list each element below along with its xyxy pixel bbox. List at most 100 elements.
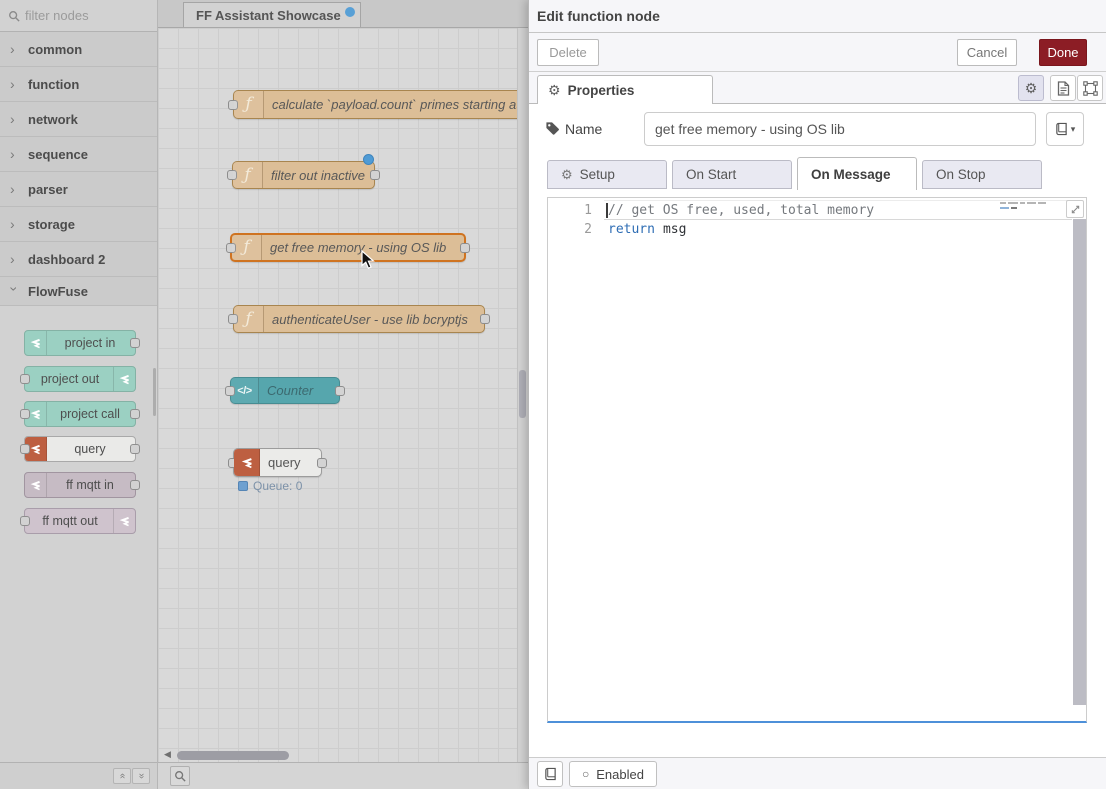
code-icon: </> — [237, 385, 251, 397]
workspace-tab-label: FF Assistant Showcase — [196, 8, 341, 23]
workspace-footer — [158, 762, 528, 789]
search-flows-button[interactable] — [170, 766, 190, 786]
flowfuse-icon — [25, 473, 47, 497]
properties-view-button[interactable]: ⚙ — [1018, 75, 1044, 101]
enabled-circle-icon: ○ — [582, 768, 589, 780]
tray-tabbar: ⚙ Properties ⚙ — [529, 72, 1106, 104]
library-icon — [1055, 122, 1068, 136]
palette-node-label: project in — [49, 331, 131, 355]
palette-node-query[interactable]: query — [24, 436, 136, 462]
chevron-right-icon: › — [10, 77, 19, 91]
expand-all-categories-button[interactable]: » — [132, 768, 150, 784]
cancel-button[interactable]: Cancel — [957, 39, 1017, 66]
palette-category-flowfuse[interactable]: ›FlowFuse — [0, 277, 157, 306]
palette-scrollbar-thumb[interactable] — [153, 368, 156, 416]
palette-category-storage[interactable]: ›storage — [0, 207, 157, 242]
chevrons-down-icon: » — [136, 773, 146, 779]
palette-node-project-in[interactable]: project in — [24, 330, 136, 356]
horizontal-scrollbar-thumb[interactable] — [177, 751, 289, 760]
name-label: Name — [565, 112, 602, 146]
input-port[interactable] — [20, 444, 30, 454]
palette-node-project-out[interactable]: project out — [24, 366, 136, 392]
tab-on-stop[interactable]: On Stop — [922, 160, 1042, 189]
palette-category-label: sequence — [28, 147, 88, 162]
vertical-scrollbar-track[interactable] — [517, 28, 528, 762]
library-button[interactable] — [537, 761, 563, 787]
node-changed-dot — [363, 154, 374, 165]
function-icon: ƒ — [245, 311, 251, 328]
node-label: query — [268, 449, 301, 476]
input-port[interactable] — [20, 516, 30, 526]
palette-footer: « » — [0, 762, 157, 789]
group-icon — [1083, 81, 1098, 96]
node-query[interactable]: query — [233, 448, 322, 477]
description-view-button[interactable] — [1050, 75, 1076, 101]
appearance-view-button[interactable] — [1077, 75, 1103, 101]
gear-icon: ⚙ — [1025, 81, 1038, 95]
output-port[interactable] — [130, 480, 140, 490]
vertical-scrollbar-thumb[interactable] — [519, 370, 526, 418]
palette-node-label: ff mqtt in — [49, 473, 131, 497]
node-filter-out-inactive[interactable]: ƒ filter out inactive — [232, 161, 375, 189]
tab-on-start[interactable]: On Start — [672, 160, 792, 189]
input-port[interactable] — [20, 374, 30, 384]
palette-category-label: FlowFuse — [28, 284, 88, 299]
library-dropdown-button[interactable]: ▾ — [1046, 112, 1084, 146]
tab-properties[interactable]: ⚙ Properties — [537, 75, 713, 104]
scroll-left-arrow[interactable]: ◀ — [164, 749, 171, 760]
input-port[interactable] — [20, 409, 30, 419]
palette-node-project-call[interactable]: project call — [24, 401, 136, 427]
output-port[interactable] — [480, 314, 490, 324]
node-calculate-primes[interactable]: ƒ calculate `payload.count` primes start… — [233, 90, 528, 119]
tag-icon — [545, 121, 560, 136]
expand-editor-button[interactable] — [1066, 200, 1084, 218]
editor-minimap[interactable] — [1000, 202, 1050, 209]
palette-category-function[interactable]: ›function — [0, 67, 157, 102]
function-icon: ƒ — [244, 167, 250, 184]
palette-category-common[interactable]: ›common — [0, 32, 157, 67]
function-tabs: ⚙Setup On Start On Message On Stop — [547, 157, 1041, 190]
output-port[interactable] — [317, 458, 327, 468]
properties-tab-label: Properties — [568, 83, 635, 98]
node-status: Queue: 0 — [238, 479, 302, 493]
editor-scrollbar-thumb[interactable] — [1073, 219, 1086, 705]
node-authenticate-user[interactable]: ƒ authenticateUser - use lib bcryptjs — [233, 305, 485, 333]
output-port[interactable] — [335, 386, 345, 396]
done-button[interactable]: Done — [1039, 39, 1087, 66]
node-counter[interactable]: </> Counter — [230, 377, 340, 404]
palette-category-network[interactable]: ›network — [0, 102, 157, 137]
status-dot-icon — [238, 481, 248, 491]
node-label: Counter — [267, 378, 313, 403]
line-number: 2 — [548, 220, 592, 239]
name-input[interactable] — [644, 112, 1036, 146]
chevron-right-icon: › — [10, 217, 19, 231]
collapse-all-categories-button[interactable]: « — [113, 768, 131, 784]
mouse-cursor — [361, 250, 376, 270]
palette-node-ff-mqtt-in[interactable]: ff mqtt in — [24, 472, 136, 498]
palette-search-input[interactable] — [25, 8, 137, 23]
chevron-right-icon: › — [10, 42, 19, 56]
palette-category-sequence[interactable]: ›sequence — [0, 137, 157, 172]
delete-button[interactable]: Delete — [537, 39, 599, 66]
tab-setup[interactable]: ⚙Setup — [547, 160, 667, 189]
magnifier-icon — [174, 770, 186, 782]
palette-category-dashboard-2[interactable]: ›dashboard 2 — [0, 242, 157, 277]
gear-icon: ⚙ — [548, 83, 561, 97]
enabled-toggle-button[interactable]: ○ Enabled — [569, 761, 657, 787]
code-editor[interactable]: 1 2 // get OS free, used, total memory r… — [547, 197, 1087, 723]
document-icon — [1057, 81, 1070, 96]
output-port[interactable] — [130, 409, 140, 419]
output-port[interactable] — [370, 170, 380, 180]
output-port[interactable] — [460, 243, 470, 253]
flow-canvas[interactable]: ƒ calculate `payload.count` primes start… — [158, 28, 528, 762]
node-get-free-memory[interactable]: ƒ get free memory - using OS lib — [230, 233, 466, 262]
output-port[interactable] — [130, 444, 140, 454]
workspace-tab[interactable]: FF Assistant Showcase — [183, 2, 361, 27]
node-label: calculate `payload.count` primes startin… — [272, 91, 528, 118]
tab-on-message[interactable]: On Message — [797, 157, 917, 190]
node-label: authenticateUser - use lib bcryptjs — [272, 306, 468, 332]
library-icon — [544, 767, 557, 781]
output-port[interactable] — [130, 338, 140, 348]
palette-category-parser[interactable]: ›parser — [0, 172, 157, 207]
palette-node-ff-mqtt-out[interactable]: ff mqtt out — [24, 508, 136, 534]
